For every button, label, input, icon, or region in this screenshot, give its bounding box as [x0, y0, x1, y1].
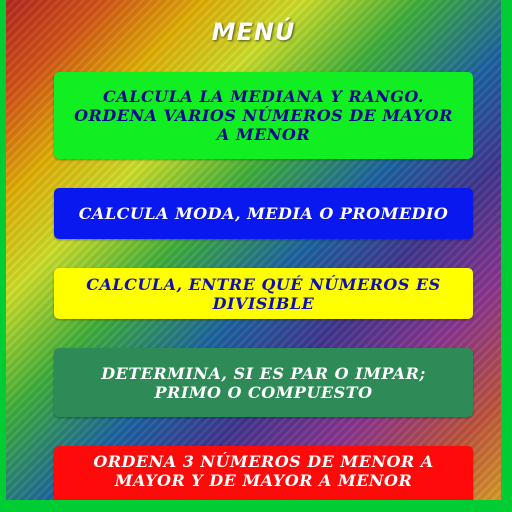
median-range-button[interactable]: CALCULA LA MEDIANA Y RANGO. ORDENA VARIO…: [54, 72, 473, 159]
even-odd-prime-button[interactable]: DETERMINA, SI ES PAR O IMPAR; PRIMO O CO…: [54, 348, 473, 417]
median-range-button-label: CALCULA LA MEDIANA Y RANGO. ORDENA VARIO…: [74, 87, 453, 144]
divisibility-button[interactable]: CALCULA, ENTRE QUÉ NÚMEROS ES DIVISIBLE: [54, 268, 473, 319]
menu-screen: MENÚ CALCULA LA MEDIANA Y RANGO. ORDENA …: [6, 0, 501, 500]
sort-three-numbers-button-label: ORDENA 3 NÚMEROS DE MENOR A MAYOR Y DE M…: [93, 452, 434, 490]
mode-mean-button[interactable]: CALCULA MODA, MEDIA O PROMEDIO: [54, 188, 473, 239]
divisibility-button-label: CALCULA, ENTRE QUÉ NÚMEROS ES DIVISIBLE: [86, 274, 441, 313]
sort-three-numbers-button[interactable]: ORDENA 3 NÚMEROS DE MENOR A MAYOR Y DE M…: [54, 446, 473, 500]
even-odd-prime-button-label: DETERMINA, SI ES PAR O IMPAR; PRIMO O CO…: [101, 363, 426, 402]
page-title: MENÚ: [211, 18, 296, 46]
mode-mean-button-label: CALCULA MODA, MEDIA O PROMEDIO: [78, 204, 449, 223]
